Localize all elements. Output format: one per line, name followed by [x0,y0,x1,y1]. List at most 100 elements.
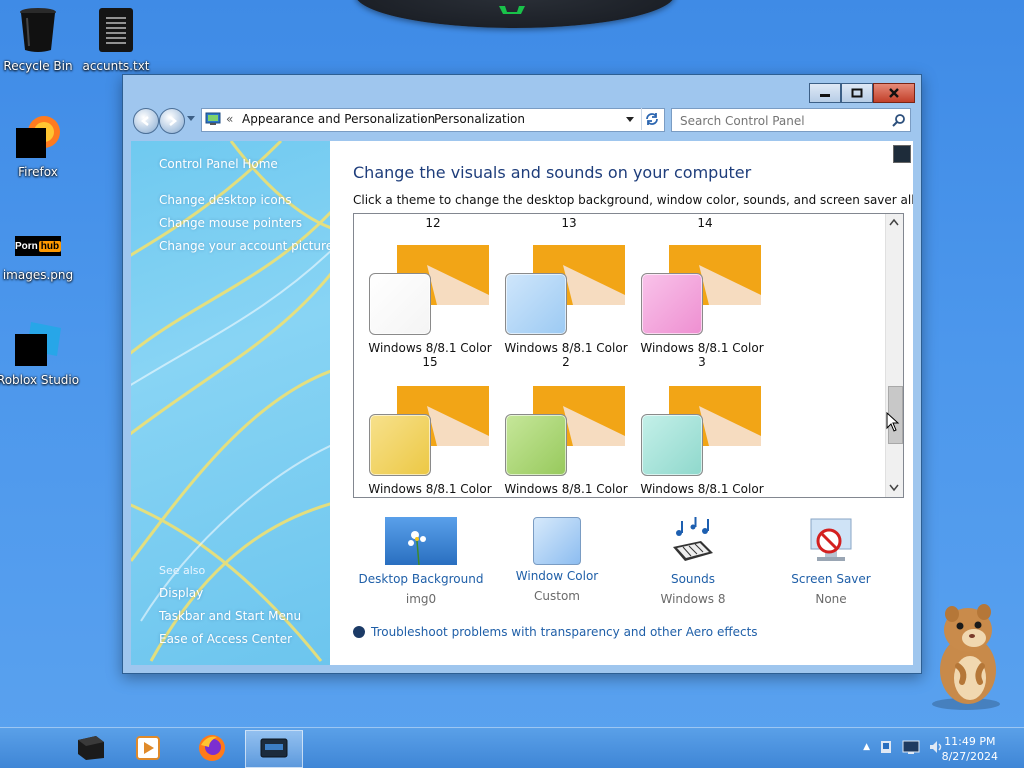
theme-label: Windows 8/8.1 Color 3 [640,341,764,369]
action-center-flag-icon[interactable] [878,739,894,755]
recent-pages-chevron-icon[interactable] [187,116,195,122]
theme-color-swatch [369,414,431,476]
refresh-icon [646,113,658,125]
theme-color-swatch [505,273,567,335]
sidebar-display[interactable]: Display [159,586,203,600]
window-color-swatch-icon [533,517,581,565]
sounds-title[interactable]: Sounds [623,572,763,586]
main-panel: Change the visuals and sounds on your co… [330,141,913,665]
taskbar-app-control-panel[interactable] [245,730,303,768]
recycle-bin-icon [20,8,56,52]
desktop-background-title[interactable]: Desktop Background [351,572,491,586]
maximize-icon [851,88,863,98]
refresh-button[interactable] [641,108,662,130]
help-thumbnail-icon[interactable] [893,145,911,163]
breadcrumb-appearance[interactable]: Appearance and Personalization [242,112,435,126]
content-area: Control Panel Home Change desktop icons … [131,141,913,665]
title-bar[interactable] [123,75,921,105]
media-player-icon [136,736,160,760]
theme-color-swatch [505,414,567,476]
roblox-studio-icon [15,322,61,366]
address-row: « Appearance and Personalization › Perso… [131,107,913,134]
status-light-icon [499,6,525,14]
sidebar-control-panel-home[interactable]: Control Panel Home [159,157,278,171]
window-color-value: Custom [534,589,580,603]
sounds-icon [673,517,713,561]
desktop-icon-images-png[interactable]: Porn hub images.png [0,236,80,282]
desktop-icon-accunts-txt[interactable]: accunts.txt [74,6,158,73]
taskbar-clock[interactable]: 11:49 PM 8/27/2024 [942,734,998,764]
theme-color-swatch [641,414,703,476]
desktop-icon-recycle-bin[interactable]: Recycle Bin [0,6,80,73]
system-tray: ▲ [863,739,944,755]
see-also-heading: See also [159,564,206,577]
firefox-icon [16,116,60,158]
network-icon[interactable] [902,739,920,755]
troubleshoot-link-text[interactable]: Troubleshoot problems with transparency … [371,625,758,639]
forward-arrow-icon [169,116,178,126]
maximize-button[interactable] [841,83,873,103]
search-box[interactable] [671,108,911,132]
desktop-background-icon [385,517,457,566]
sidebar-change-account-picture[interactable]: Change your account picture [159,239,330,253]
desktop-background-item[interactable]: Desktop Background img0 [351,517,491,606]
theme-column-number: 14 [697,216,713,230]
window-color-title[interactable]: Window Color [487,569,627,583]
taskbar-app-firefox[interactable] [184,730,240,766]
theme-item[interactable]: Windows 8/8.1 Color 2 [504,245,641,385]
sidebar: Control Panel Home Change desktop icons … [131,141,330,665]
desktop-icon-label: accunts.txt [82,59,150,73]
black-box-icon [78,736,104,760]
theme-label: Windows 8/8.1 Color 2 [504,341,628,369]
sidebar-change-desktop-icons[interactable]: Change desktop icons [159,193,292,207]
close-button[interactable] [873,83,915,103]
scroll-up-icon[interactable] [889,218,899,226]
troubleshoot-icon [353,626,365,638]
theme-label: Windows 8/8.1 Color 5 [504,482,628,497]
breadcrumb-separator: › [420,112,425,126]
search-input[interactable] [678,111,882,131]
back-button[interactable] [133,108,159,134]
theme-item[interactable]: Windows 8/8.1 Color 4 [368,386,505,497]
minimize-icon [820,94,830,97]
control-panel-icon [260,738,288,758]
screen-saver-value: None [815,592,847,606]
desktop-icon-roblox-studio[interactable]: Roblox Studio [0,320,80,387]
desktop-icon-firefox[interactable]: Firefox [0,110,80,179]
theme-color-swatch [369,273,431,335]
theme-column-number: 12 [425,216,441,230]
sidebar-taskbar-start-menu[interactable]: Taskbar and Start Menu [159,609,301,623]
theme-item[interactable]: Windows 8/8.1 Color 3 [640,245,777,385]
window-color-item[interactable]: Window Color Custom [487,517,627,603]
firefox-icon [199,735,225,761]
theme-list-scrollbar[interactable] [885,214,903,497]
sidebar-ease-of-access[interactable]: Ease of Access Center [159,632,292,646]
theme-item[interactable]: Windows 8/8.1 Color 5 [504,386,641,497]
sounds-value: Windows 8 [660,592,726,606]
minimize-button[interactable] [809,83,841,103]
taskbar: ▲ 11:49 PM 8/27/2024 [0,727,1024,768]
theme-label: Windows 8/8.1 Color 15 [368,341,492,369]
screen-saver-title[interactable]: Screen Saver [761,572,901,586]
control-panel-icon [205,112,221,125]
sidebar-change-mouse-pointers[interactable]: Change mouse pointers [159,216,302,230]
desktop-icon-label: images.png [2,268,74,282]
forward-button[interactable] [159,108,185,134]
desktop-icon-label: Roblox Studio [0,373,80,387]
troubleshoot-link[interactable]: Troubleshoot problems with transparency … [353,625,758,639]
theme-item[interactable]: Windows 8/8.1 Color 6 [640,386,777,497]
sounds-item[interactable]: Sounds Windows 8 [623,517,763,606]
search-icon[interactable] [892,113,906,127]
breadcrumb-overflow[interactable]: « [226,112,233,126]
scroll-down-icon[interactable] [889,484,899,492]
taskbar-app-media-player[interactable] [120,730,176,766]
text-file-icon [99,8,133,52]
theme-item[interactable]: Windows 8/8.1 Color 15 [368,245,505,385]
screen-saver-item[interactable]: Screen Saver None [761,517,901,606]
tray-overflow-chevron-icon[interactable]: ▲ [863,742,870,752]
hamster-mascot-image [932,604,1000,710]
taskbar-app-black-box[interactable] [62,730,118,766]
breadcrumb-personalization[interactable]: Personalization [434,112,525,126]
address-dropdown-icon[interactable] [626,117,634,123]
address-bar[interactable]: « Appearance and Personalization › Perso… [201,108,665,132]
